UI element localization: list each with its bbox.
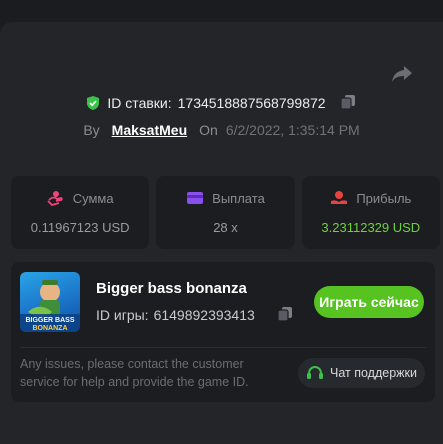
stat-amount-label: Сумма: [72, 190, 114, 206]
game-id-value: 6149892393413: [153, 307, 255, 323]
stat-payout: Выплата 28 x: [156, 176, 295, 249]
stat-payout-value: 28 x: [213, 219, 238, 235]
game-card: BIGGER BASS BONANZA Bigger bass bonanza …: [11, 262, 435, 402]
copy-bet-id-icon[interactable]: [339, 94, 358, 112]
game-thumbnail[interactable]: BIGGER BASS BONANZA: [20, 272, 80, 332]
stat-profit-value: 3.23112329 USD: [321, 220, 421, 235]
support-chat-button[interactable]: Чат поддержки: [298, 358, 425, 388]
stat-payout-label: Выплата: [212, 190, 265, 206]
stat-profit-label: Прибыль: [356, 190, 412, 206]
wallet-icon: [187, 192, 204, 204]
username-link[interactable]: MaksatMeu: [112, 122, 187, 138]
on-label: On: [199, 122, 218, 138]
share-icon: [392, 66, 412, 82]
game-title[interactable]: Bigger bass bonanza: [96, 280, 247, 297]
thumb-text-2: BONANZA: [33, 325, 68, 332]
thumb-text-1: BIGGER BASS: [25, 317, 74, 324]
profit-icon: [331, 191, 348, 204]
verified-shield-icon: [85, 95, 101, 111]
support-chat-label: Чат поддержки: [330, 366, 417, 380]
by-label: By: [83, 122, 100, 138]
stat-amount: Сумма 0.11967123 USD: [11, 176, 150, 249]
issues-text: Any issues, please contact the customer …: [20, 357, 249, 389]
bet-id-label: ID ставки:: [107, 95, 172, 111]
coins-icon: [47, 191, 63, 206]
play-now-button[interactable]: Играть сейчас: [314, 286, 424, 318]
bet-timestamp: 6/2/2022, 1:35:14 PM: [225, 122, 360, 138]
bet-stats: Сумма 0.11967123 USD Выплата 28 x Прибыл…: [11, 176, 440, 249]
game-id-row: ID игры: 6149892393413: [96, 306, 295, 324]
divider: [20, 347, 426, 348]
bet-id-row: ID ставки: 1734518887568799872: [0, 93, 443, 113]
headset-icon: [307, 365, 324, 379]
stat-amount-value: 0.11967123 USD: [30, 220, 130, 235]
copy-game-id-icon[interactable]: [277, 306, 295, 324]
share-button[interactable]: [389, 62, 415, 86]
game-id-label: ID игры:: [96, 307, 149, 323]
bet-id-value: 1734518887568799872: [177, 95, 326, 111]
author-row: By MaksatMeu On 6/2/2022, 1:35:14 PM: [0, 120, 443, 140]
stat-profit: Прибыль 3.23112329 USD: [301, 176, 440, 249]
